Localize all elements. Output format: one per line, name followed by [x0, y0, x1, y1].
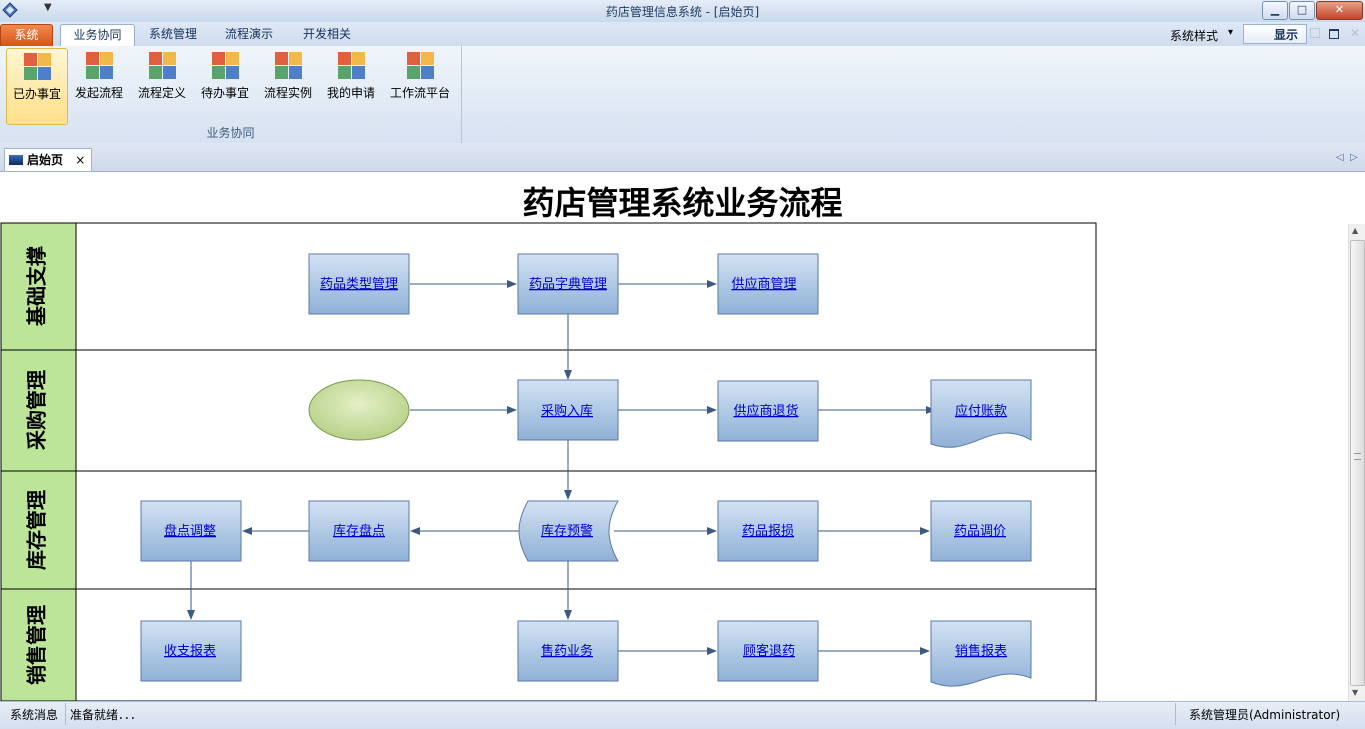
- node-customer-return-label[interactable]: 顾客退药: [743, 643, 795, 659]
- process-definition-button[interactable]: 流程定义: [133, 48, 191, 123]
- lane-label-purchase: 采购管理: [25, 370, 49, 450]
- node-supplier-return[interactable]: 供应商退货: [717, 380, 819, 442]
- node-sales-label[interactable]: 售药业务: [541, 643, 593, 659]
- workflow-platform-button[interactable]: 工作流平台: [385, 48, 455, 123]
- todo-items-button[interactable]: 待办事宜: [196, 48, 254, 123]
- grip-icon: [1354, 453, 1361, 460]
- node-stock-count-label[interactable]: 库存盘点: [333, 523, 385, 539]
- node-drug-type[interactable]: 药品类型管理: [308, 253, 410, 315]
- tab-close-icon[interactable]: ×: [75, 153, 85, 167]
- status-divider: [65, 703, 66, 725]
- tab-process-demo[interactable]: 流程演示: [215, 24, 283, 45]
- status-label: 系统消息: [10, 708, 59, 722]
- tab-system-management[interactable]: 系统管理: [139, 24, 207, 45]
- scroll-up-icon[interactable]: ▲: [1352, 226, 1358, 235]
- node-stock-alert-label[interactable]: 库存预警: [541, 523, 593, 539]
- workflow-grid-icon: [85, 52, 113, 79]
- node-supplier[interactable]: 供应商管理: [717, 253, 819, 315]
- lane-label-basic: 基础支撑: [25, 246, 49, 326]
- style-dropdown-icon[interactable]: ▾: [1228, 27, 1233, 38]
- node-stock-count[interactable]: 库存盘点: [308, 500, 410, 562]
- workflow-grid-icon: [337, 52, 365, 79]
- mdi-close-icon[interactable]: ✕: [1350, 26, 1360, 40]
- minimize-button[interactable]: ▁: [1262, 1, 1288, 20]
- mdi-minimize-icon[interactable]: [1310, 28, 1320, 38]
- node-supplier-return-label[interactable]: 供应商退货: [733, 403, 798, 419]
- workflow-grid-icon: [211, 52, 239, 79]
- lane-label-sales: 销售管理: [25, 605, 49, 685]
- maximize-button[interactable]: □: [1289, 1, 1315, 20]
- node-drug-damage-label[interactable]: 药品报损: [742, 524, 794, 539]
- done-items-label: 已办事宜: [12, 87, 61, 101]
- style-selector-label[interactable]: 系统样式: [1170, 27, 1218, 44]
- node-purchase-in-label[interactable]: 采购入库: [541, 403, 593, 419]
- node-stock-alert[interactable]: 库存预警: [518, 500, 619, 562]
- status-message: 准备就绪．．．: [70, 708, 143, 722]
- tab-scroll-left-icon[interactable]: ◁: [1336, 152, 1344, 163]
- node-sales[interactable]: 售药业务: [517, 620, 619, 682]
- start-process-label: 发起流程: [74, 86, 123, 100]
- lane-label-inventory: 库存管理: [25, 490, 49, 570]
- scroll-down-icon[interactable]: ▼: [1352, 688, 1358, 697]
- node-purchase-in[interactable]: 采购入库: [517, 379, 619, 441]
- window-title: 药店管理信息系统 - [启始页]: [605, 5, 760, 19]
- workflow-grid-icon: [148, 52, 176, 79]
- process-definition-label: 流程定义: [137, 86, 186, 100]
- node-income-report-label[interactable]: 收支报表: [164, 644, 216, 659]
- mdi-restore-icon[interactable]: [1329, 29, 1339, 39]
- node-count-adjust-label[interactable]: 盘点调整: [164, 523, 216, 539]
- page-icon: [9, 155, 23, 165]
- tab-start-page-label: 启始页: [27, 153, 64, 167]
- tab-scroll-right-icon[interactable]: ▷: [1350, 152, 1358, 163]
- display-button-label: 显示: [1274, 28, 1299, 42]
- tab-system[interactable]: 系统: [0, 24, 53, 46]
- document-tab-bar: [0, 143, 1365, 172]
- workflow-grid-icon: [274, 52, 302, 79]
- tab-business-collab[interactable]: 业务协同: [60, 24, 135, 46]
- page-title: 药店管理系统业务流程: [522, 184, 843, 222]
- close-button[interactable]: ✕: [1316, 1, 1363, 20]
- scrollbar-thumb[interactable]: [1350, 240, 1365, 686]
- workflow-platform-label: 工作流平台: [389, 86, 450, 100]
- my-requests-button[interactable]: 我的申请: [322, 48, 380, 123]
- node-drug-dict-label[interactable]: 药品字典管理: [529, 277, 607, 292]
- node-drug-price[interactable]: 药品调价: [930, 500, 1032, 562]
- workflow-grid-icon: [23, 53, 51, 80]
- todo-items-label: 待办事宜: [200, 86, 249, 100]
- status-divider: [1175, 703, 1176, 725]
- node-drug-damage[interactable]: 药品报损: [717, 500, 819, 562]
- my-requests-label: 我的申请: [326, 86, 375, 100]
- node-customer-return[interactable]: 顾客退药: [717, 620, 819, 682]
- node-drug-price-label[interactable]: 药品调价: [954, 524, 1006, 539]
- status-user: 系统管理员(Administrator): [1189, 708, 1341, 722]
- start-node: [308, 379, 410, 441]
- node-drug-dict[interactable]: 药品字典管理: [517, 253, 619, 315]
- node-income-report[interactable]: 收支报表: [140, 620, 242, 682]
- process-instance-button[interactable]: 流程实例: [259, 48, 317, 123]
- start-process-button[interactable]: 发起流程: [70, 48, 128, 123]
- process-instance-label: 流程实例: [263, 86, 312, 100]
- display-button[interactable]: 显示: [1243, 24, 1307, 44]
- status-bar: [0, 701, 1365, 729]
- node-supplier-label[interactable]: 供应商管理: [731, 276, 796, 292]
- done-items-button[interactable]: 已办事宜: [6, 48, 68, 125]
- node-payable-label[interactable]: 应付账款: [955, 403, 1007, 419]
- node-drug-type-label[interactable]: 药品类型管理: [320, 277, 398, 292]
- node-sales-report-label[interactable]: 销售报表: [955, 643, 1007, 659]
- tab-development[interactable]: 开发相关: [293, 24, 361, 45]
- ribbon-group-label: 业务协同: [206, 126, 255, 140]
- title-bar: ▼ 药店管理信息系统 - [启始页] ▁ □ ✕: [0, 0, 1365, 23]
- node-count-adjust[interactable]: 盘点调整: [140, 500, 242, 562]
- business-flowchart: 基础支撑 采购管理 库存管理 销售管理 药品类型管理 药品字典管理 供应商管理 …: [0, 222, 1097, 702]
- workflow-grid-icon: [406, 52, 434, 79]
- tab-start-page[interactable]: 启始页 ×: [4, 148, 93, 171]
